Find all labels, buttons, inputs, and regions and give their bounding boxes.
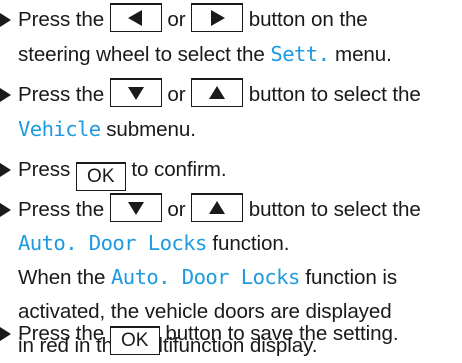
step-4-line-3: When the Auto. Door Locks function is xyxy=(18,260,397,295)
step-text: or xyxy=(167,198,186,221)
display-text-vehicle: Vehicle xyxy=(18,117,101,141)
up-arrow-icon xyxy=(209,201,226,214)
step-text: Press xyxy=(18,158,71,181)
up-button-key xyxy=(191,78,244,107)
right-button-key xyxy=(191,3,244,32)
step-1-line-1: Press the or button on the xyxy=(18,2,368,37)
left-arrow-icon xyxy=(127,10,142,26)
ok-button-key: OK xyxy=(75,162,126,191)
step-text: steering wheel to select the xyxy=(18,43,265,66)
step-text: or xyxy=(167,83,186,106)
step-bullet-icon xyxy=(0,88,11,102)
up-button-key xyxy=(191,193,244,222)
step-text: button to save the setting. xyxy=(165,322,399,345)
up-arrow-icon xyxy=(209,86,226,99)
down-arrow-icon xyxy=(127,202,144,215)
step-text: submenu. xyxy=(106,118,196,141)
step-text: button on the xyxy=(248,8,368,31)
instruction-steps: Press the or button on the steering whee… xyxy=(0,0,462,357)
step-text: or xyxy=(167,8,186,31)
step-2-line-2: Vehicle submenu. xyxy=(18,112,196,147)
step-bullet-icon xyxy=(0,13,11,27)
ok-button-key: OK xyxy=(109,326,160,355)
step-text: Press the xyxy=(18,83,105,106)
step-text: function. xyxy=(212,232,290,255)
step-text: button to select the xyxy=(248,83,421,106)
display-text-auto-door-locks: Auto. Door Locks xyxy=(110,265,300,289)
step-1-line-2: steering wheel to select the Sett. menu. xyxy=(18,37,392,72)
display-text-auto-door-locks: Auto. Door Locks xyxy=(18,231,207,255)
down-arrow-icon xyxy=(127,87,144,100)
step-text: When the xyxy=(18,266,106,289)
step-text: to confirm. xyxy=(131,158,227,181)
step-bullet-icon xyxy=(0,203,11,217)
step-text: Press the xyxy=(18,198,105,221)
display-text-sett: Sett. xyxy=(270,42,330,66)
right-arrow-icon xyxy=(211,10,226,26)
step-bullet-icon xyxy=(0,327,11,341)
step-bullet-icon xyxy=(0,163,11,177)
step-4-line-2: Auto. Door Locks function. xyxy=(18,226,289,261)
step-text: menu. xyxy=(335,43,392,66)
step-2-line-1: Press the or button to select the xyxy=(18,77,421,112)
step-4-line-1: Press the or button to select the xyxy=(18,192,421,227)
left-button-key xyxy=(109,3,162,32)
down-button-key xyxy=(109,193,162,222)
down-button-key xyxy=(109,78,162,107)
step-5-line-1: Press the OK button to save the setting. xyxy=(18,316,399,355)
step-text: function is xyxy=(305,266,398,289)
step-text: button to select the xyxy=(248,198,421,221)
step-text: Press the xyxy=(18,8,105,31)
step-3-line-1: Press OK to confirm. xyxy=(18,152,227,191)
step-text: Press the xyxy=(18,322,105,345)
